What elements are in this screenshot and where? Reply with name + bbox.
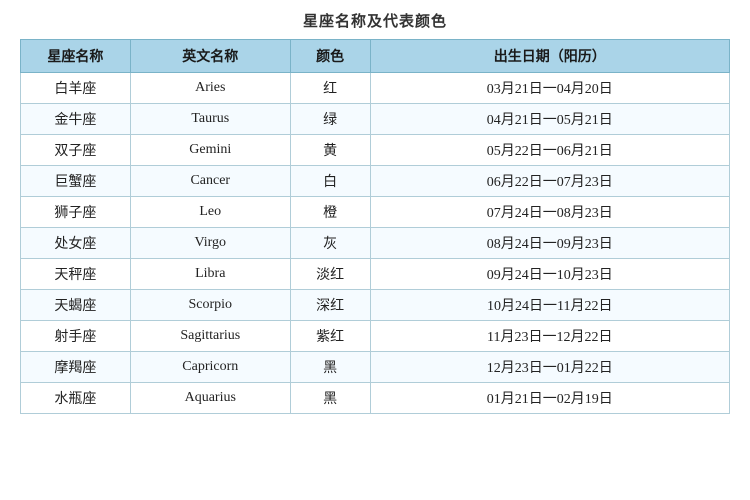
cell-zh-name: 金牛座 xyxy=(21,104,131,135)
cell-color: 淡红 xyxy=(290,259,370,290)
header-name: 星座名称 xyxy=(21,40,131,73)
header-date: 出生日期（阳历） xyxy=(370,40,729,73)
cell-date: 06月22日一07月23日 xyxy=(370,166,729,197)
cell-en-name: Libra xyxy=(130,259,290,290)
table-row: 天秤座Libra淡红09月24日一10月23日 xyxy=(21,259,730,290)
cell-zh-name: 射手座 xyxy=(21,321,131,352)
cell-color: 黑 xyxy=(290,352,370,383)
table-row: 天蝎座Scorpio深红10月24日一11月22日 xyxy=(21,290,730,321)
cell-color: 黑 xyxy=(290,383,370,414)
table-row: 处女座Virgo灰08月24日一09月23日 xyxy=(21,228,730,259)
cell-en-name: Cancer xyxy=(130,166,290,197)
cell-en-name: Capricorn xyxy=(130,352,290,383)
cell-color: 橙 xyxy=(290,197,370,228)
cell-color: 深红 xyxy=(290,290,370,321)
cell-date: 07月24日一08月23日 xyxy=(370,197,729,228)
cell-color: 黄 xyxy=(290,135,370,166)
cell-en-name: Taurus xyxy=(130,104,290,135)
cell-en-name: Virgo xyxy=(130,228,290,259)
cell-date: 03月21日一04月20日 xyxy=(370,73,729,104)
header-color: 颜色 xyxy=(290,40,370,73)
cell-zh-name: 双子座 xyxy=(21,135,131,166)
table-row: 水瓶座Aquarius黑01月21日一02月19日 xyxy=(21,383,730,414)
cell-zh-name: 白羊座 xyxy=(21,73,131,104)
cell-color: 紫红 xyxy=(290,321,370,352)
table-row: 金牛座Taurus绿04月21日一05月21日 xyxy=(21,104,730,135)
cell-date: 05月22日一06月21日 xyxy=(370,135,729,166)
cell-en-name: Scorpio xyxy=(130,290,290,321)
cell-zh-name: 天秤座 xyxy=(21,259,131,290)
cell-date: 04月21日一05月21日 xyxy=(370,104,729,135)
cell-zh-name: 狮子座 xyxy=(21,197,131,228)
cell-en-name: Sagittarius xyxy=(130,321,290,352)
header-en-name: 英文名称 xyxy=(130,40,290,73)
table-row: 摩羯座Capricorn黑12月23日一01月22日 xyxy=(21,352,730,383)
table-row: 白羊座Aries红03月21日一04月20日 xyxy=(21,73,730,104)
cell-zh-name: 巨蟹座 xyxy=(21,166,131,197)
table-row: 巨蟹座Cancer白06月22日一07月23日 xyxy=(21,166,730,197)
cell-color: 红 xyxy=(290,73,370,104)
cell-en-name: Aries xyxy=(130,73,290,104)
cell-color: 白 xyxy=(290,166,370,197)
cell-zh-name: 处女座 xyxy=(21,228,131,259)
cell-date: 12月23日一01月22日 xyxy=(370,352,729,383)
cell-date: 09月24日一10月23日 xyxy=(370,259,729,290)
page-title: 星座名称及代表颜色 xyxy=(303,10,447,31)
cell-date: 08月24日一09月23日 xyxy=(370,228,729,259)
zodiac-table: 星座名称 英文名称 颜色 出生日期（阳历） 白羊座Aries红03月21日一04… xyxy=(20,39,730,414)
cell-zh-name: 水瓶座 xyxy=(21,383,131,414)
cell-en-name: Aquarius xyxy=(130,383,290,414)
table-row: 双子座Gemini黄05月22日一06月21日 xyxy=(21,135,730,166)
cell-zh-name: 天蝎座 xyxy=(21,290,131,321)
cell-zh-name: 摩羯座 xyxy=(21,352,131,383)
cell-date: 11月23日一12月22日 xyxy=(370,321,729,352)
cell-en-name: Leo xyxy=(130,197,290,228)
table-header-row: 星座名称 英文名称 颜色 出生日期（阳历） xyxy=(21,40,730,73)
cell-color: 灰 xyxy=(290,228,370,259)
cell-date: 01月21日一02月19日 xyxy=(370,383,729,414)
table-row: 狮子座Leo橙07月24日一08月23日 xyxy=(21,197,730,228)
table-row: 射手座Sagittarius紫红11月23日一12月22日 xyxy=(21,321,730,352)
cell-en-name: Gemini xyxy=(130,135,290,166)
cell-date: 10月24日一11月22日 xyxy=(370,290,729,321)
cell-color: 绿 xyxy=(290,104,370,135)
